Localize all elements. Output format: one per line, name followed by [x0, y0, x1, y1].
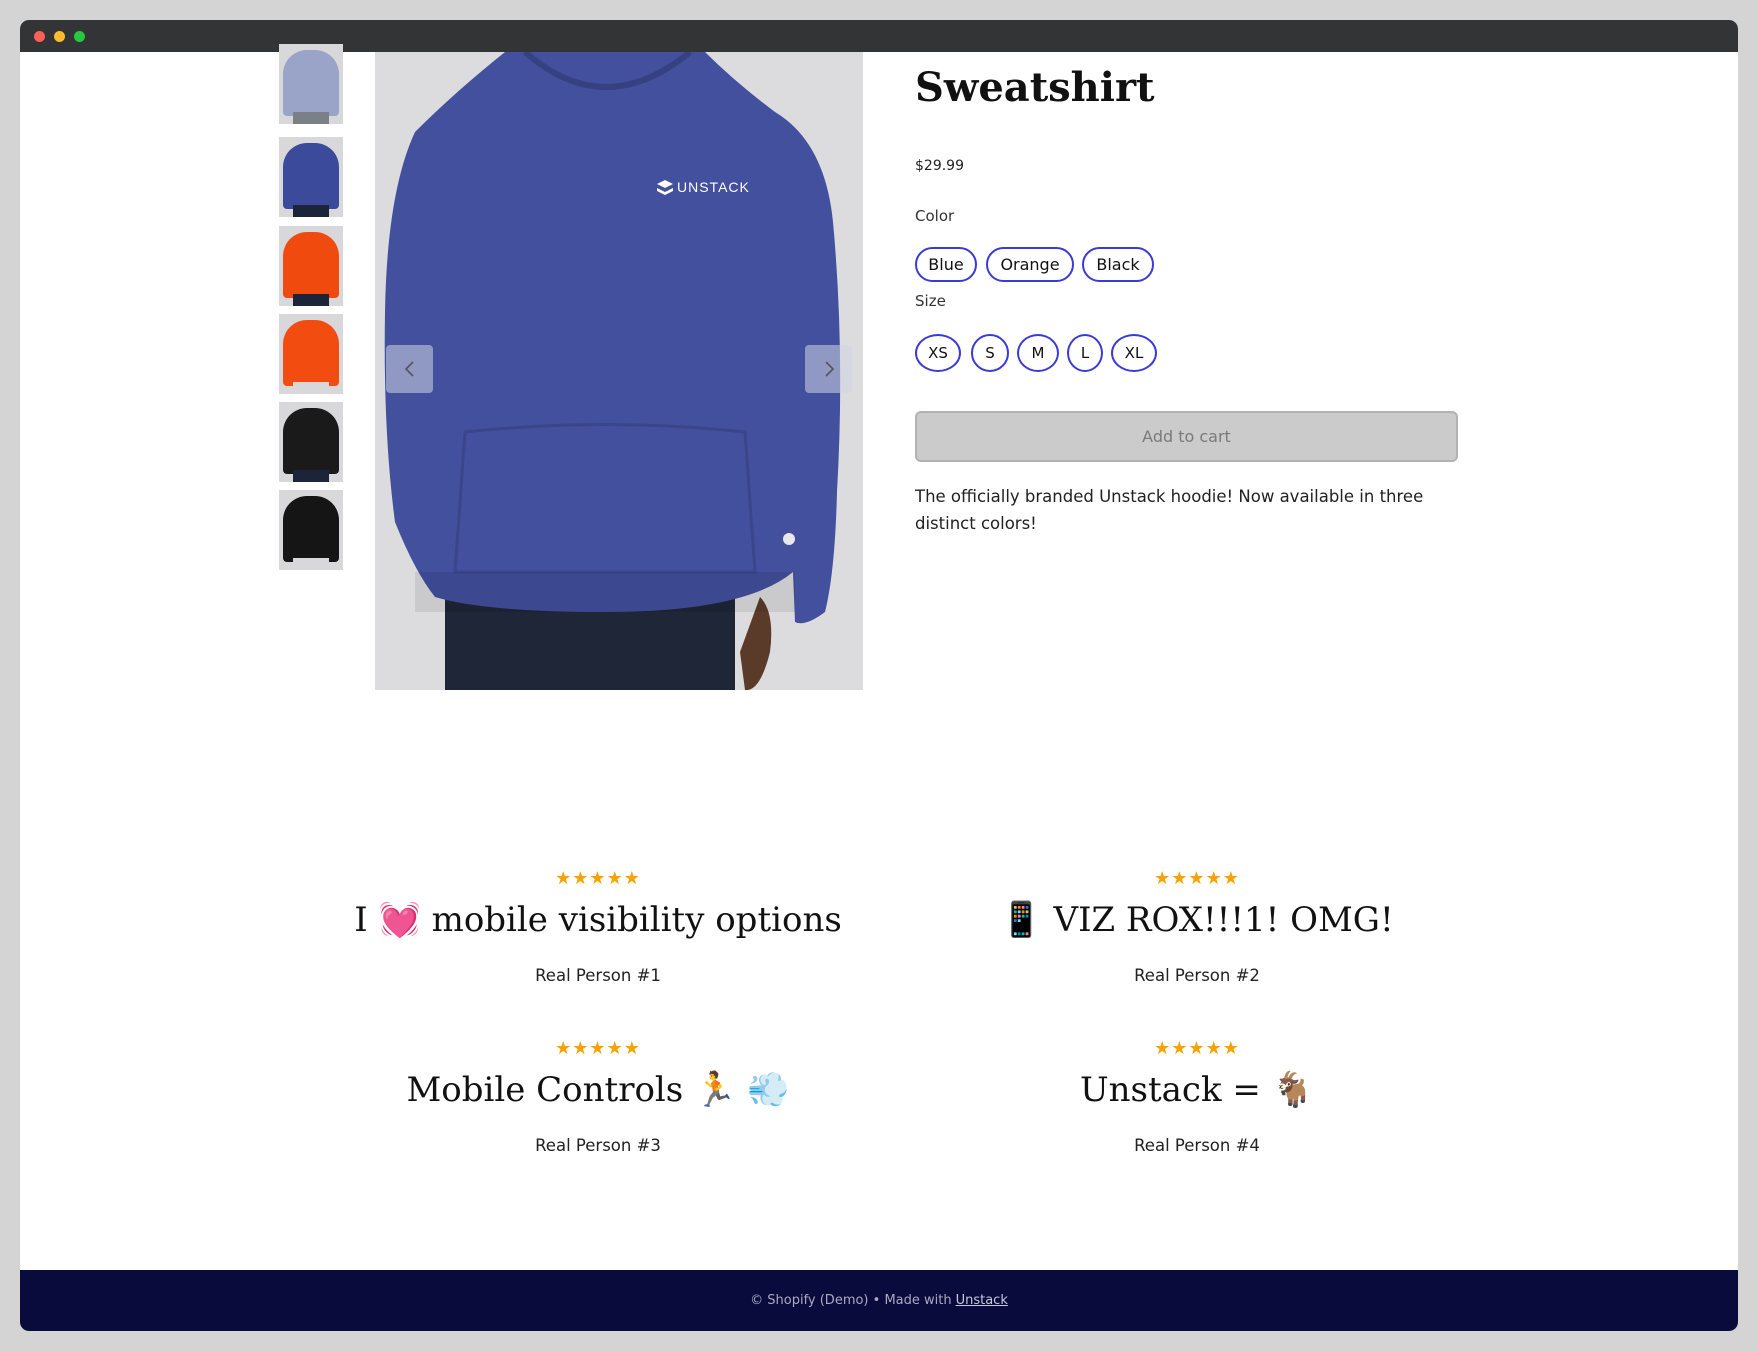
thumbnail-1[interactable]	[279, 44, 343, 124]
product-main-image: UNSTACK	[375, 52, 863, 690]
thumbnail-pants	[293, 294, 329, 306]
footer-text: © Shopify (Demo) • Made with	[750, 1293, 952, 1308]
thumbnail-pants	[293, 558, 329, 570]
svg-text:UNSTACK: UNSTACK	[677, 179, 750, 195]
window-titlebar	[20, 20, 1738, 52]
review-title: I 💓 mobile visibility options	[354, 900, 842, 940]
product-title: Sweatshirt	[915, 64, 1155, 111]
review-title: Mobile Controls 🏃 💨	[406, 1070, 790, 1110]
product-page: UNSTACK Sweatshirt $29.99 Color Blue Ora…	[20, 44, 1738, 1331]
review-author: Real Person #2	[1134, 966, 1260, 985]
thumbnail-pants	[293, 382, 329, 394]
review-author: Real Person #1	[535, 966, 661, 985]
review-card-1: ★★★★★ I 💓 mobile visibility options Real…	[298, 868, 898, 985]
color-option-black[interactable]: Black	[1082, 247, 1154, 282]
minimize-window-button[interactable]	[54, 31, 65, 42]
thumbnail-hoodie-image	[283, 50, 339, 116]
color-option-orange[interactable]: Orange	[986, 247, 1074, 282]
size-option-l[interactable]: L	[1067, 334, 1103, 372]
size-option-xs[interactable]: XS	[915, 334, 961, 372]
color-option-blue[interactable]: Blue	[915, 247, 977, 282]
thumbnail-hoodie-image	[283, 232, 339, 298]
review-card-4: ★★★★★ Unstack = 🐐 Real Person #4	[897, 1038, 1497, 1155]
star-rating: ★★★★★	[1154, 1038, 1240, 1059]
waistband	[415, 572, 795, 612]
thumbnail-hoodie-image	[283, 408, 339, 474]
thumbnail-pants	[293, 205, 329, 217]
hoodie-body-shape	[384, 52, 841, 624]
next-image-button[interactable]	[805, 345, 852, 393]
thumbnail-hoodie-image	[283, 143, 339, 209]
thumbnail-pants	[293, 112, 329, 124]
star-rating: ★★★★★	[1154, 868, 1240, 889]
thumbnail-5[interactable]	[279, 402, 343, 482]
product-description: The officially branded Unstack hoodie! N…	[915, 487, 1424, 533]
review-card-2: ★★★★★ 📱 VIZ ROX!!!1! OMG! Real Person #2	[897, 868, 1497, 985]
review-author: Real Person #3	[535, 1136, 661, 1155]
site-footer: © Shopify (Demo) • Made with Unstack	[20, 1270, 1738, 1331]
prev-image-button[interactable]	[386, 345, 433, 393]
product-price: $29.99	[915, 158, 964, 174]
thumbnail-hoodie-image	[283, 320, 339, 386]
thumbnail-6[interactable]	[279, 490, 343, 570]
thumbnail-3[interactable]	[279, 226, 343, 306]
chevron-left-icon	[404, 361, 414, 377]
size-option-s[interactable]: S	[971, 334, 1009, 372]
thumbnail-pants	[293, 470, 329, 482]
chevron-right-icon	[824, 361, 834, 377]
color-label: Color	[915, 207, 955, 225]
review-card-3: ★★★★★ Mobile Controls 🏃 💨 Real Person #3	[298, 1038, 898, 1155]
review-author: Real Person #4	[1134, 1136, 1260, 1155]
star-rating: ★★★★★	[555, 868, 641, 889]
hoodie-illustration: UNSTACK	[384, 52, 841, 690]
browser-window: UNSTACK Sweatshirt $29.99 Color Blue Ora…	[20, 20, 1738, 1331]
review-title: Unstack = 🐐	[1079, 1070, 1314, 1110]
thumbnail-hoodie-image	[283, 496, 339, 562]
size-option-xl[interactable]: XL	[1111, 334, 1157, 372]
thumbnail-4[interactable]	[279, 314, 343, 394]
maximize-window-button[interactable]	[74, 31, 85, 42]
thumbnail-2[interactable]	[279, 137, 343, 217]
champion-logo	[783, 533, 795, 545]
star-rating: ★★★★★	[555, 1038, 641, 1059]
review-title: 📱 VIZ ROX!!!1! OMG!	[1000, 900, 1394, 940]
footer-unstack-link[interactable]: Unstack	[956, 1293, 1008, 1308]
size-option-m[interactable]: M	[1017, 334, 1059, 372]
close-window-button[interactable]	[34, 31, 45, 42]
add-to-cart-button[interactable]: Add to cart	[915, 411, 1458, 462]
size-label: Size	[915, 292, 946, 310]
